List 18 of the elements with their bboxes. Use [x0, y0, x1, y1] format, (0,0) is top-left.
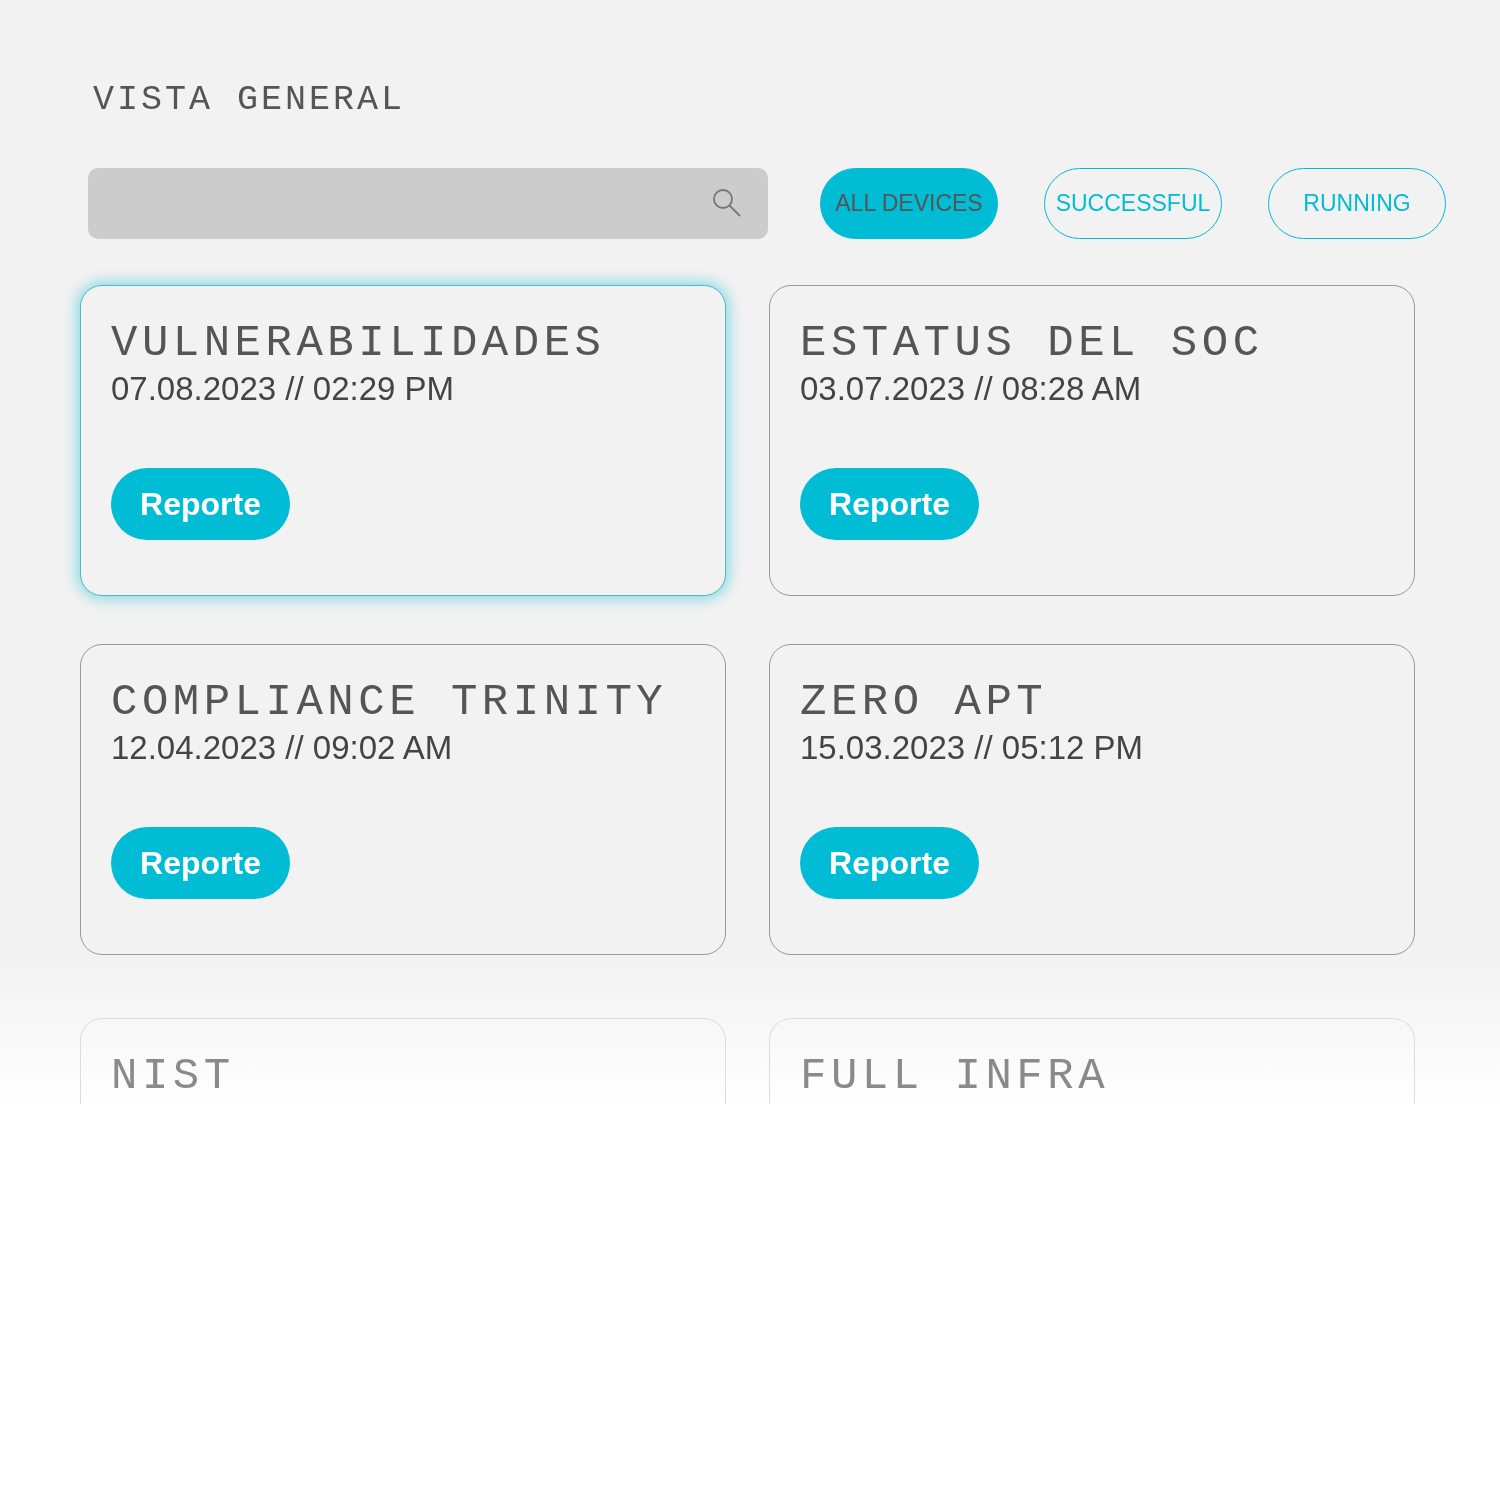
card-title: FULL INFRA: [800, 1050, 1111, 1103]
card-date: 07.08.2023 // 02:29 PM: [111, 370, 456, 408]
page-title: VISTA GENERAL: [93, 80, 407, 120]
card-title: ZERO APT: [800, 676, 1049, 729]
card-title: COMPLIANCE TRINITY: [111, 676, 669, 729]
card-date: 15.03.2023 // 05:12 PM: [800, 729, 1145, 767]
card-date: 03.07.2023 // 08:28 AM: [800, 370, 1143, 408]
card-title: VULNERABILIDADES: [111, 317, 607, 370]
card-title: NIST: [111, 1050, 236, 1103]
search-icon: [712, 188, 742, 218]
report-button[interactable]: Reporte: [111, 468, 290, 540]
card-title: ESTATUS DEL SOC: [800, 317, 1265, 370]
report-button[interactable]: Reporte: [800, 468, 979, 540]
card-date: 12.04.2023 // 09:02 AM: [111, 729, 454, 767]
search-field[interactable]: [88, 168, 768, 239]
report-button[interactable]: Reporte: [111, 827, 290, 899]
report-button[interactable]: Reporte: [800, 827, 979, 899]
filter-tab[interactable]: ALL DEVICES: [820, 168, 998, 239]
